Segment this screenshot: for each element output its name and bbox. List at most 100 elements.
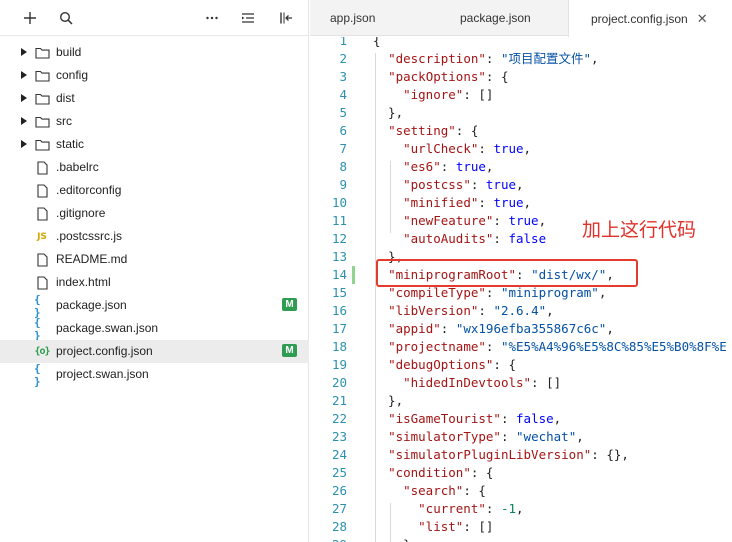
more-icon[interactable] [202, 8, 222, 28]
tree-item-package-swan-json[interactable]: { } package.swan.json [0, 316, 309, 342]
code-token: -1 [500, 501, 517, 516]
code-token: "current" [418, 501, 486, 516]
plus-icon[interactable] [20, 8, 40, 28]
editor-tab-bar: app.json package.json project.config.jso… [310, 0, 732, 37]
tree-item-editorconfig[interactable]: .editorconfig [0, 179, 309, 202]
code-token: true [493, 141, 524, 156]
code-line[interactable]: 3 "packOptions": { [310, 68, 732, 86]
code-token: : [478, 195, 494, 210]
collapse-icon[interactable] [238, 8, 258, 28]
panel-icon[interactable] [276, 8, 296, 28]
code-line[interactable]: 23 "simulatorType": "wechat", [310, 428, 732, 446]
code-line[interactable]: 18 "projectname": "%E5%A4%96%E5%8C%85%E5… [310, 338, 732, 356]
line-number: 13 [331, 249, 347, 264]
tree-item-postcssrc-js[interactable]: JS .postcssrc.js [0, 225, 309, 248]
tree-item-label: src [56, 114, 72, 128]
tree-item-label: .editorconfig [56, 183, 122, 197]
code-line[interactable]: 26 "search": { [310, 482, 732, 500]
code-token: } [373, 537, 411, 542]
tree-item-label: index.html [56, 275, 111, 289]
code-text: "search": { [373, 482, 486, 500]
code-line[interactable]: 6 "setting": { [310, 122, 732, 140]
code-line[interactable]: 17 "appid": "wx196efba355867c6c", [310, 320, 732, 338]
code-line[interactable]: 4 "ignore": [] [310, 86, 732, 104]
code-token: : [478, 303, 494, 318]
explorer-toolbar [0, 0, 309, 36]
tree-item-babelrc[interactable]: .babelrc [0, 156, 309, 179]
tree-item-label: .gitignore [56, 206, 106, 220]
tree-item-package-json[interactable]: { } package.json M [0, 293, 309, 319]
code-text: "simulatorPluginLibVersion": {}, [373, 446, 629, 464]
code-token: , [516, 177, 524, 192]
code-editor[interactable]: 1{2 "description": "项目配置文件", 3 "packOptio… [310, 37, 732, 542]
code-text: "condition": { [373, 464, 493, 482]
tree-item-index-html[interactable]: index.html [0, 271, 309, 294]
file-tree: build config dist src static .babelrc .editorc… [0, 41, 309, 388]
code-line[interactable]: 19 "debugOptions": { [310, 356, 732, 374]
code-line[interactable]: 16 "libVersion": "2.6.4", [310, 302, 732, 320]
code-line[interactable]: 28 "list": [] [310, 518, 732, 536]
line-number: 11 [331, 213, 347, 228]
code-token: : [470, 177, 486, 192]
code-token: , [538, 213, 547, 228]
code-token: "libVersion" [388, 303, 479, 318]
chevron-right-icon[interactable] [21, 94, 27, 102]
code-token: { [373, 37, 381, 48]
tree-item-config[interactable]: config [0, 64, 309, 87]
chevron-right-icon[interactable] [21, 140, 27, 148]
tree-item-readme-md[interactable]: README.md [0, 248, 309, 271]
code-line[interactable]: 10 "minified": true, [310, 194, 732, 212]
tab-project-config-json[interactable]: project.config.json ✕ [568, 0, 732, 37]
code-line[interactable]: 2 "description": "项目配置文件", [310, 50, 732, 68]
code-token: "compileType" [388, 285, 486, 300]
close-icon[interactable]: ✕ [697, 11, 708, 27]
tree-item-label: .postcssrc.js [56, 229, 123, 243]
code-line[interactable]: 9 "postcss": true, [310, 176, 732, 194]
tab-app-json[interactable]: app.json [330, 0, 375, 36]
chevron-right-icon[interactable] [21, 117, 27, 125]
tree-item-gitignore[interactable]: .gitignore [0, 202, 309, 225]
search-icon[interactable] [56, 8, 76, 28]
code-line[interactable]: 5 }, [310, 104, 732, 122]
folder-icon [34, 137, 50, 152]
highlight-box [376, 259, 638, 287]
code-line[interactable]: 25 "condition": { [310, 464, 732, 482]
code-text: "libVersion": "2.6.4", [373, 302, 554, 320]
code-line[interactable]: 27 "current": -1, [310, 500, 732, 518]
code-token: "appid" [388, 321, 441, 336]
line-number: 28 [331, 519, 347, 534]
code-token: : [440, 321, 456, 336]
tree-item-src[interactable]: src [0, 110, 309, 133]
code-line[interactable]: 29 } [310, 536, 732, 542]
tree-item-dist[interactable]: dist [0, 87, 309, 110]
code-token: , [485, 159, 494, 174]
code-line[interactable]: 21 }, [310, 392, 732, 410]
code-token: true [493, 195, 524, 210]
chevron-right-icon[interactable] [21, 71, 27, 79]
code-line[interactable]: 24 "simulatorPluginLibVersion": {}, [310, 446, 732, 464]
code-line[interactable]: 8 "es6": true, [310, 158, 732, 176]
code-token: : { [455, 123, 479, 138]
code-token: : {}, [591, 447, 629, 462]
chevron-right-icon[interactable] [21, 48, 27, 56]
tab-package-json[interactable]: package.json [460, 0, 531, 36]
code-token: "hidedInDevtools" [403, 375, 532, 390]
code-line[interactable]: 22 "isGameTourist": false, [310, 410, 732, 428]
code-token: : [] [531, 375, 562, 390]
code-line[interactable]: 7 "urlCheck": true, [310, 140, 732, 158]
code-line[interactable]: 1{ [310, 37, 732, 50]
line-number: 4 [339, 87, 347, 102]
code-token: , [516, 501, 524, 516]
tree-item-static[interactable]: static [0, 133, 309, 156]
code-token: "ignore" [403, 87, 464, 102]
tree-item-build[interactable]: build [0, 41, 309, 64]
code-line[interactable]: 20 "hidedInDevtools": [] [310, 374, 732, 392]
tree-item-project-config-json[interactable]: {o} project.config.json M [0, 340, 309, 363]
line-number: 10 [331, 195, 347, 210]
tree-item-project-swan-json[interactable]: { } project.swan.json [0, 362, 309, 388]
